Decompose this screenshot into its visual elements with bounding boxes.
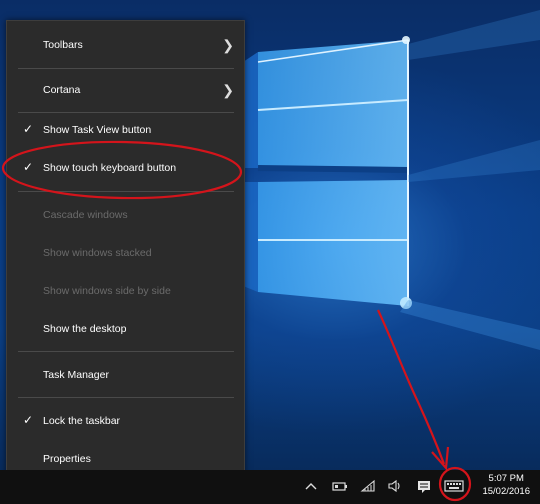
touch-keyboard-icon[interactable] (442, 479, 466, 495)
menu-item-toolbars[interactable]: Toolbars ❯ (7, 33, 244, 59)
chevron-up-icon[interactable] (302, 479, 320, 495)
menu-item-task-manager[interactable]: Task Manager (7, 363, 244, 389)
menu-separator (18, 112, 234, 113)
menu-separator (18, 68, 234, 69)
system-clock[interactable]: 5:07 PM 15/02/2016 (482, 472, 530, 498)
menu-item-cortana[interactable]: Cortana ❯ (7, 78, 244, 104)
menu-item-label: Properties (43, 453, 91, 465)
menu-item-lock-the-taskbar[interactable]: ✓ Lock the taskbar (7, 409, 244, 435)
taskbar-context-menu: Toolbars ❯ Cortana ❯ ✓ Show Task View bu… (6, 20, 245, 482)
battery-icon[interactable] (330, 479, 350, 495)
menu-item-label: Show Task View button (43, 124, 152, 136)
network-icon[interactable] (358, 479, 378, 495)
menu-item-cascade-windows: Cascade windows (7, 203, 244, 229)
menu-item-label: Show the desktop (43, 323, 127, 335)
menu-item-show-the-desktop[interactable]: Show the desktop (7, 317, 244, 343)
menu-item-show-touch-keyboard[interactable]: ✓ Show touch keyboard button (7, 156, 244, 182)
menu-item-label: Show touch keyboard button (43, 162, 177, 174)
clock-time: 5:07 PM (488, 473, 524, 484)
checkmark-icon: ✓ (23, 413, 34, 427)
menu-item-label: Task Manager (43, 369, 109, 381)
menu-item-label: Cascade windows (43, 209, 128, 221)
menu-separator (18, 351, 234, 352)
chevron-right-icon: ❯ (222, 37, 234, 53)
menu-separator (18, 397, 234, 398)
chevron-right-icon: ❯ (222, 82, 234, 98)
action-center-icon[interactable] (414, 479, 434, 495)
volume-icon[interactable] (385, 479, 405, 495)
checkmark-icon: ✓ (23, 160, 34, 174)
menu-item-show-windows-side-by-side: Show windows side by side (7, 279, 244, 305)
menu-item-label: Lock the taskbar (43, 415, 121, 427)
taskbar: 5:07 PM 15/02/2016 (0, 470, 540, 504)
menu-item-show-task-view[interactable]: ✓ Show Task View button (7, 118, 244, 144)
menu-item-show-windows-stacked: Show windows stacked (7, 241, 244, 267)
checkmark-icon: ✓ (23, 122, 34, 136)
clock-date: 15/02/2016 (482, 486, 530, 497)
menu-separator (18, 191, 234, 192)
menu-item-label: Toolbars (43, 39, 83, 51)
menu-item-label: Cortana (43, 84, 81, 96)
menu-item-label: Show windows side by side (43, 285, 171, 297)
menu-item-label: Show windows stacked (43, 247, 152, 259)
